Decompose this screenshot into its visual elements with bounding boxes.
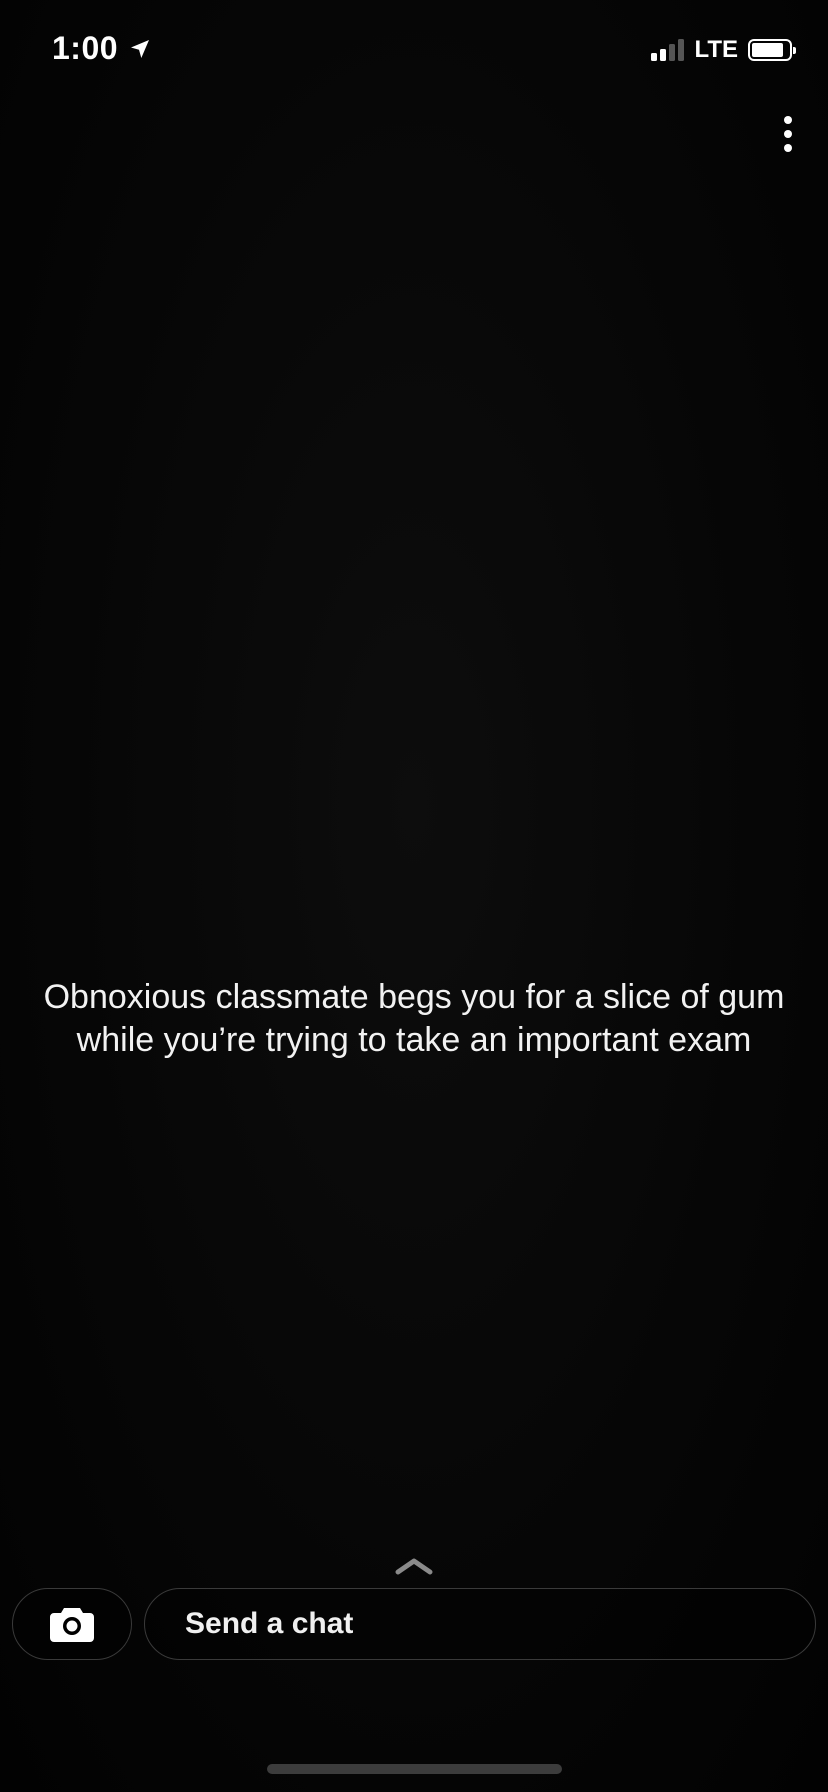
story-caption: Obnoxious classmate begs you for a slice… [43,978,785,1059]
status-bar: 1:00 LTE [0,0,828,100]
more-options-button[interactable] [770,110,806,158]
camera-button[interactable] [12,1588,132,1660]
battery-icon [748,39,796,61]
send-chat-input[interactable]: Send a chat [144,1588,816,1660]
home-indicator[interactable] [267,1764,562,1774]
send-chat-placeholder: Send a chat [185,1607,354,1640]
more-vertical-icon [784,116,792,124]
signal-strength-icon [651,39,685,61]
status-indicators: LTE [651,36,796,64]
location-arrow-icon [131,39,150,58]
status-time-group: 1:00 [52,30,152,67]
network-type: LTE [694,36,738,63]
status-time: 1:00 [52,30,119,66]
chevron-up-icon[interactable] [394,1554,434,1578]
camera-icon [50,1608,94,1642]
battery-fill [752,43,783,57]
